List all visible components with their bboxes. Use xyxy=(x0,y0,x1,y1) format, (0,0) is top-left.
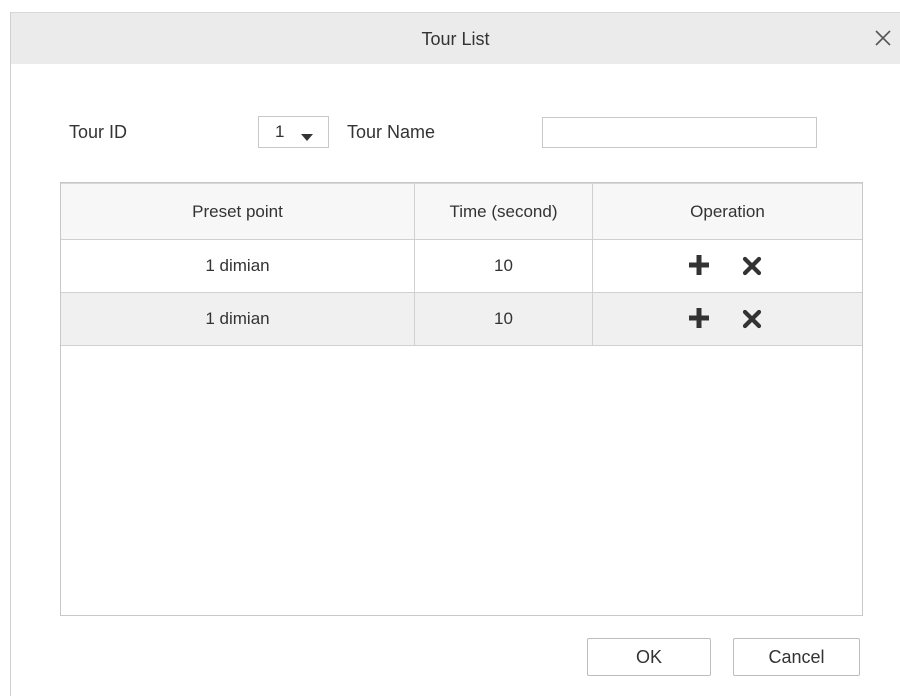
add-icon[interactable] xyxy=(688,254,710,276)
preset-point-cell: 1 dimian xyxy=(205,256,270,275)
tour-id-label: Tour ID xyxy=(69,122,128,142)
column-header-preset-point: Preset point xyxy=(192,202,283,221)
dropdown-arrow-icon xyxy=(301,129,313,147)
top-strip xyxy=(0,0,900,12)
table-row[interactable]: 1 dimian 10 xyxy=(61,293,862,346)
ok-button[interactable]: OK xyxy=(587,638,711,676)
operation-cell xyxy=(592,240,862,292)
cancel-button[interactable]: Cancel xyxy=(733,638,860,676)
preset-table: Preset point Time (second) Operation 1 d… xyxy=(60,182,863,616)
close-icon[interactable] xyxy=(868,23,898,53)
delete-icon[interactable] xyxy=(742,309,762,329)
preset-point-cell: 1 dimian xyxy=(205,309,270,328)
table-header: Preset point Time (second) Operation xyxy=(61,183,862,240)
add-icon[interactable] xyxy=(688,307,710,329)
tour-list-dialog: Tour List Tour ID 1 Tour Name Preset poi… xyxy=(10,12,900,696)
time-cell: 10 xyxy=(414,240,592,292)
tour-name-label: Tour Name xyxy=(347,122,436,142)
operation-cell xyxy=(592,293,862,345)
delete-icon[interactable] xyxy=(742,256,762,276)
tour-id-value: 1 xyxy=(275,122,285,141)
time-cell: 10 xyxy=(414,293,592,345)
tour-name-input[interactable] xyxy=(542,117,817,148)
tour-id-select[interactable]: 1 xyxy=(258,116,329,148)
column-header-operation: Operation xyxy=(592,184,862,239)
column-header-time: Time (second) xyxy=(414,184,592,239)
table-row[interactable]: 1 dimian 10 xyxy=(61,240,862,293)
dialog-title: Tour List xyxy=(421,29,490,49)
tour-form-row: Tour ID 1 Tour Name xyxy=(11,114,900,150)
title-bar: Tour List xyxy=(11,12,900,64)
